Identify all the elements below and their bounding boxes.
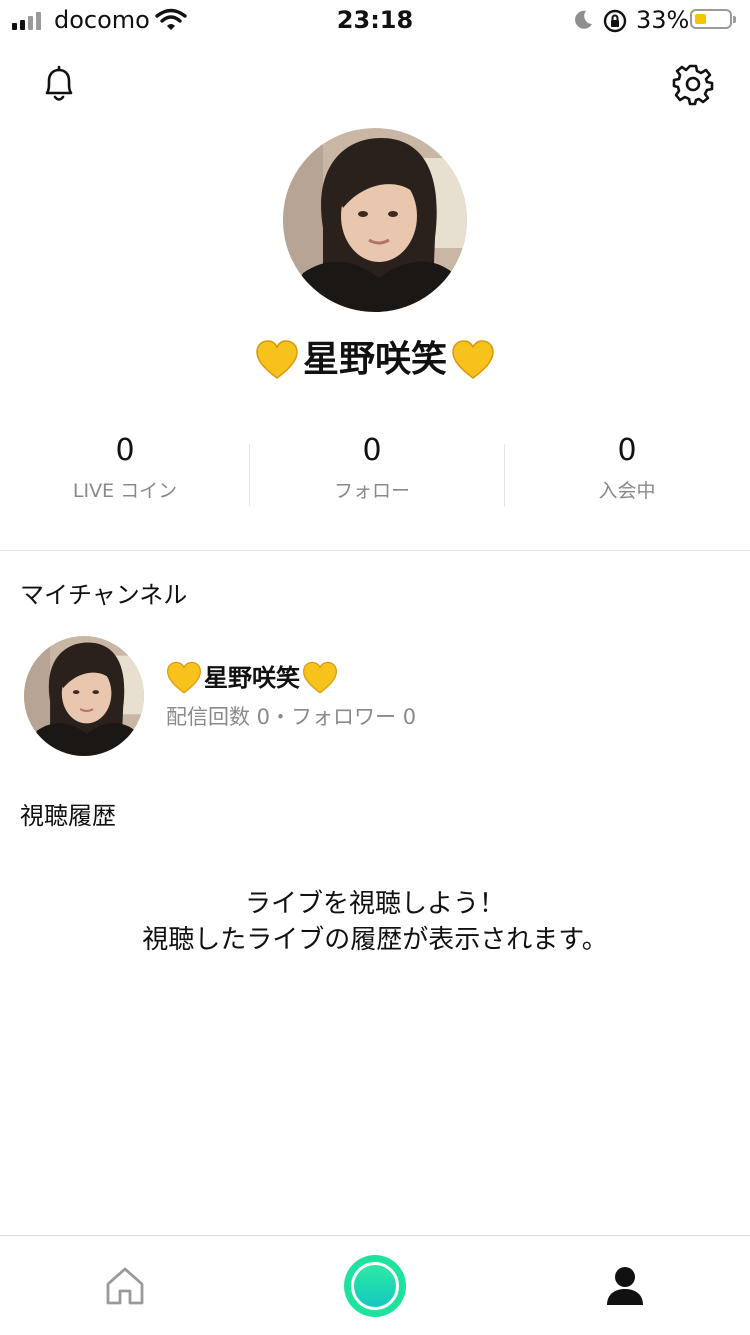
my-channel-title: マイチャンネル	[20, 581, 188, 609]
profile-name: 星野咲笑	[302, 339, 447, 380]
channel-stats: 配信回数 0・フォロワー 0	[166, 705, 417, 729]
home-icon	[106, 1267, 144, 1304]
yellow-heart-icon	[452, 340, 494, 379]
stat-value: 0	[617, 433, 637, 468]
stat-label: 入会中	[598, 480, 656, 502]
tab-live[interactable]	[250, 1236, 500, 1335]
settings-button[interactable]	[671, 62, 715, 106]
tab-bar	[0, 1235, 750, 1335]
notifications-button[interactable]	[37, 62, 81, 106]
empty-message-line: ライブを視聴しよう！	[244, 889, 505, 919]
channel-avatar[interactable]	[24, 636, 144, 756]
empty-message-line: 視聴したライブの履歴が表示されます。	[142, 925, 608, 955]
status-bar: docomo 23:18 33%	[0, 0, 750, 40]
yellow-heart-icon	[303, 661, 337, 694]
channel-name-row: 星野咲笑	[166, 660, 338, 696]
profile-icon	[607, 1266, 643, 1305]
stat-value: 0	[115, 433, 135, 468]
profile-stats: 0 LIVE コイン 0 フォロー 0 入会中	[0, 430, 750, 510]
stat-label: フォロー	[333, 480, 410, 502]
moon-icon	[575, 10, 592, 29]
stat-label: LIVE コイン	[72, 480, 178, 502]
live-icon	[344, 1254, 406, 1317]
rotation-lock-icon	[603, 9, 627, 33]
stat-membership[interactable]: 0 入会中	[502, 430, 750, 506]
battery-icon	[690, 9, 736, 29]
history-title: 視聴履歴	[20, 802, 116, 830]
gear-icon	[672, 64, 714, 106]
tab-profile[interactable]	[500, 1236, 750, 1335]
stat-live-coin[interactable]: 0 LIVE コイン	[0, 430, 250, 506]
profile-name-row: 星野咲笑	[0, 336, 750, 384]
channel-name: 星野咲笑	[204, 664, 300, 692]
tab-home[interactable]	[0, 1236, 250, 1335]
section-divider	[0, 550, 750, 551]
yellow-heart-icon	[167, 661, 201, 694]
profile-avatar[interactable]	[283, 128, 467, 312]
bell-icon	[45, 65, 73, 101]
stat-follow[interactable]: 0 フォロー	[247, 430, 497, 506]
history-empty-message: ライブを視聴しよう！ 視聴したライブの履歴が表示されます。	[0, 886, 750, 958]
stat-value: 0	[362, 433, 382, 468]
yellow-heart-icon	[256, 340, 298, 379]
battery-percent: 33%	[636, 6, 690, 34]
